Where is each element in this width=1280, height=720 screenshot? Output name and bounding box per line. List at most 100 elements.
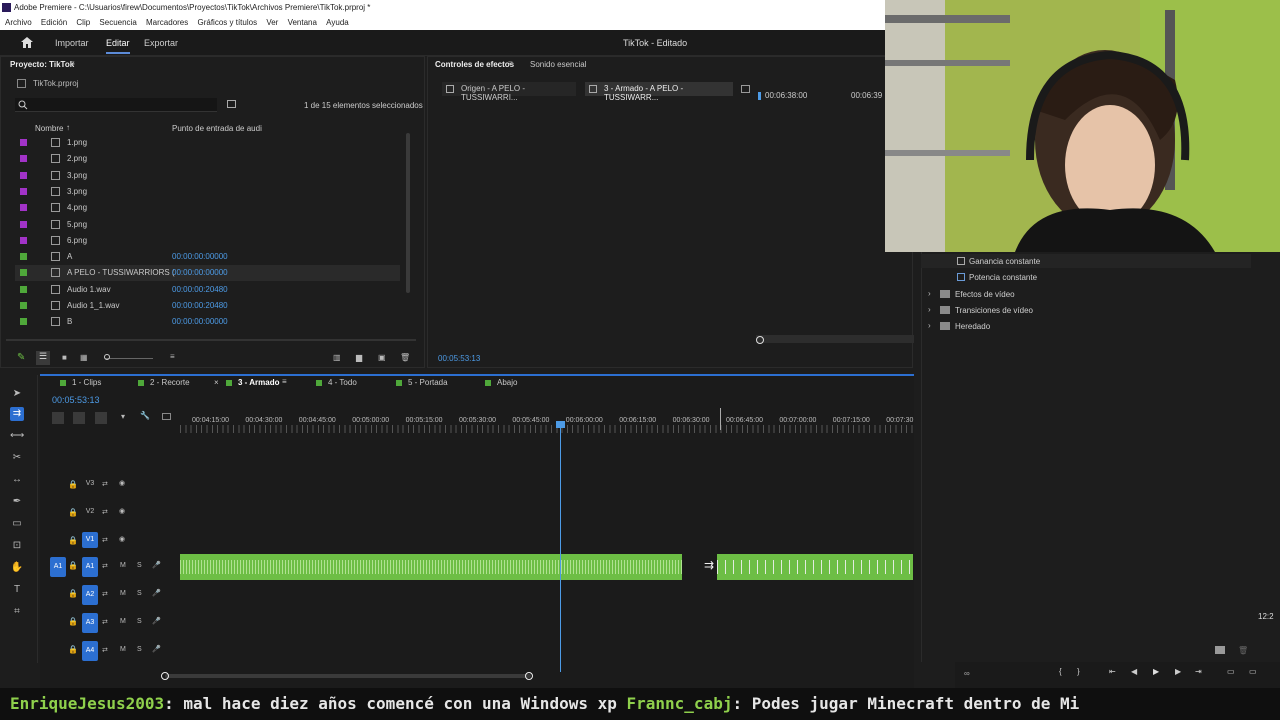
microphone-icon[interactable]: 🎤: [152, 617, 161, 625]
lock-icon[interactable]: 🔒: [68, 617, 78, 626]
menu-clip[interactable]: Clip: [76, 18, 90, 27]
sync-lock-icon[interactable]: ⇄: [102, 618, 108, 626]
source-selector[interactable]: Origen - A PELO - TUSSIWARRI...: [442, 82, 576, 102]
label-color-chip[interactable]: [20, 187, 27, 195]
solo-button[interactable]: S: [137, 562, 142, 569]
eye-icon[interactable]: ◉: [119, 479, 125, 487]
timeline-tab[interactable]: Abajo: [497, 378, 517, 387]
menu-secuencia[interactable]: Secuencia: [99, 18, 136, 27]
label-color-chip[interactable]: [20, 253, 27, 261]
scroll-knob-right[interactable]: [525, 672, 533, 680]
automate-icon[interactable]: ▥: [333, 353, 341, 362]
tab-essential-sound[interactable]: Sonido esencial: [530, 60, 586, 69]
slip-tool-icon[interactable]: ↔: [10, 473, 24, 487]
project-item[interactable]: Audio 1_1.wav 00:00:00:20480: [15, 298, 400, 314]
menu-ver[interactable]: Ver: [266, 18, 278, 27]
timeline-tab[interactable]: 4 - Todo: [328, 378, 357, 387]
mini-playhead[interactable]: [758, 92, 761, 100]
zoom-slider-knob[interactable]: [104, 354, 110, 360]
sort-icon[interactable]: ≡: [170, 352, 175, 361]
rectangle-tool-icon[interactable]: ▭: [10, 517, 24, 531]
trash-icon[interactable]: 🗑: [1238, 646, 1248, 655]
project-item[interactable]: A 00:00:00:00000: [15, 249, 400, 265]
scroll-knob-left[interactable]: [161, 672, 169, 680]
label-color-chip[interactable]: [20, 269, 27, 277]
timeline-scrollbar[interactable]: [165, 674, 531, 678]
menu-marcadores[interactable]: Marcadores: [146, 18, 188, 27]
project-item[interactable]: 6.png: [15, 233, 400, 249]
label-color-chip[interactable]: [20, 171, 27, 179]
new-folder-icon[interactable]: [1215, 646, 1225, 654]
settings-icon[interactable]: ∞: [964, 669, 970, 678]
audio-track-header[interactable]: A1 🔒 A1 ⇄ M S 🎤: [42, 553, 180, 581]
label-color-chip[interactable]: [20, 285, 27, 293]
caption-tool-icon[interactable]: ⌗: [10, 605, 24, 619]
solo-button[interactable]: S: [137, 618, 142, 625]
freeform-view-icon[interactable]: ▦: [80, 353, 88, 362]
label-color-chip[interactable]: [20, 220, 27, 228]
project-tab[interactable]: Proyecto: TikTok: [10, 60, 74, 69]
pen-tool-icon[interactable]: ✒: [10, 495, 24, 509]
eye-icon[interactable]: ◉: [119, 535, 125, 543]
nest-icon[interactable]: [95, 412, 107, 424]
captions-icon[interactable]: [162, 413, 171, 420]
audio-track-header[interactable]: 🔒 A4 ⇄ M S 🎤: [42, 637, 180, 665]
track-target[interactable]: A2: [82, 585, 98, 605]
trash-icon[interactable]: 🗑: [400, 353, 410, 362]
go-to-out-icon[interactable]: ⇥: [1195, 667, 1202, 676]
close-tab-icon[interactable]: ×: [214, 378, 219, 387]
panel-menu-icon[interactable]: ≡: [70, 59, 75, 68]
microphone-icon[interactable]: 🎤: [152, 589, 161, 597]
folder-video-transitions[interactable]: Transiciones de vídeo: [955, 306, 1033, 315]
audio-track-header[interactable]: 🔒 A2 ⇄ M S 🎤: [42, 581, 180, 609]
track-target[interactable]: V3: [82, 476, 98, 492]
chevron-right-icon[interactable]: ›: [928, 321, 931, 330]
label-color-chip[interactable]: [20, 204, 27, 212]
track-target[interactable]: A1: [82, 557, 98, 577]
column-name[interactable]: Nombre: [35, 124, 63, 133]
mark-out-icon[interactable]: }: [1077, 667, 1080, 676]
label-color-chip[interactable]: [20, 139, 27, 146]
zoom-slider[interactable]: [105, 358, 153, 359]
timeline-tab[interactable]: 2 - Recorte: [150, 378, 190, 387]
go-to-in-icon[interactable]: ⇤: [1109, 667, 1116, 676]
marker-icon[interactable]: ▾: [121, 412, 125, 421]
lock-icon[interactable]: 🔒: [68, 561, 78, 570]
project-scrollbar[interactable]: [406, 133, 410, 293]
project-item[interactable]: Audio 1.wav 00:00:00:20480: [15, 282, 400, 298]
audio-clip-a1-cut[interactable]: [717, 554, 913, 580]
new-item-icon[interactable]: ▣: [378, 353, 386, 362]
menu-archivo[interactable]: Archivo: [5, 18, 32, 27]
track-target[interactable]: A4: [82, 641, 98, 661]
ec-scrollbar[interactable]: [756, 335, 914, 343]
type-tool-icon[interactable]: T: [10, 583, 24, 597]
project-item[interactable]: 2.png: [15, 151, 400, 167]
playhead-handle[interactable]: [556, 421, 565, 428]
folder-video-effects[interactable]: Efectos de vídeo: [955, 290, 1015, 299]
microphone-icon[interactable]: 🎤: [152, 645, 161, 653]
audio-clip-a1[interactable]: [180, 554, 682, 580]
project-item[interactable]: A PELO - TUSSIWARRIORS ( 00:00:00:00000: [15, 265, 400, 282]
list-view-icon[interactable]: ☰: [36, 351, 50, 365]
linked-selection-icon[interactable]: [73, 412, 85, 424]
lock-icon[interactable]: 🔒: [68, 645, 78, 654]
zoom-select-icon[interactable]: ⊡: [10, 539, 24, 553]
project-item[interactable]: 3.png: [15, 184, 400, 200]
nav-import[interactable]: Importar: [55, 38, 89, 48]
ec-scroll-knob[interactable]: [756, 336, 764, 344]
effect-constant-power[interactable]: Potencia constante: [969, 273, 1037, 282]
microphone-icon[interactable]: 🎤: [152, 561, 161, 569]
timeline-tab[interactable]: 3 - Armado: [238, 378, 280, 387]
timeline-tab[interactable]: 1 - Clips: [72, 378, 101, 387]
solo-button[interactable]: S: [137, 590, 142, 597]
track-target[interactable]: A3: [82, 613, 98, 633]
project-item[interactable]: 4.png: [15, 200, 400, 216]
pencil-icon[interactable]: ✎: [17, 352, 25, 363]
play-icon[interactable]: ▶: [1153, 667, 1159, 676]
track-select-tool-icon[interactable]: ⇉: [10, 407, 24, 421]
wrench-icon[interactable]: 🔧: [140, 411, 150, 420]
find-icon[interactable]: ▆: [356, 353, 362, 362]
snap-icon[interactable]: [52, 412, 64, 424]
track-target[interactable]: V1: [82, 532, 98, 548]
folder-legacy[interactable]: Heredado: [955, 322, 990, 331]
